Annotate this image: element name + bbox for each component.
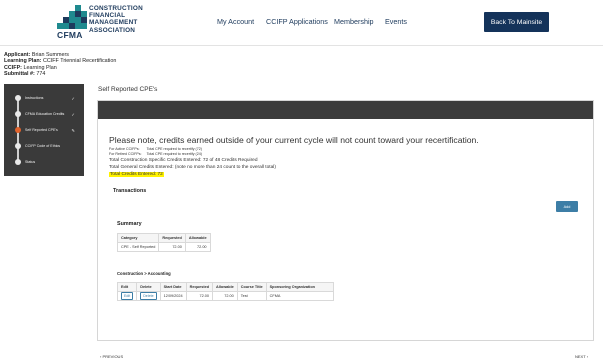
- learning-plan-label: Learning Plan:: [4, 58, 42, 65]
- page-title: Self Reported CPE's: [98, 86, 158, 93]
- column-header: Allowable: [212, 282, 238, 292]
- step-dot-icon: [15, 111, 21, 117]
- column-header: Requested: [158, 233, 186, 243]
- step-label: Instructions: [25, 96, 44, 100]
- active-requirement-label: For Active CCIFPs:: [109, 147, 140, 151]
- sidebar-step-self-reported-cpe[interactable]: Self Reported CPE's ✎: [4, 122, 84, 138]
- transactions-table: Edit Delete Start Date Requested Allowab…: [116, 282, 335, 301]
- nav-ccifp-applications[interactable]: CCIFP Applications: [266, 17, 328, 26]
- sidebar-step-status[interactable]: Status: [4, 154, 84, 170]
- table-cell: 72.00: [184, 242, 211, 252]
- nav-membership[interactable]: Membership: [334, 17, 374, 26]
- table-cell: Edit: [116, 291, 138, 301]
- delete-button[interactable]: Delete: [140, 292, 157, 300]
- submittal-number: 774: [36, 71, 46, 78]
- table-cell: Delete: [136, 291, 161, 301]
- org-abbreviation: CFMA: [57, 30, 83, 40]
- step-dot-icon: [15, 159, 21, 165]
- summary-table: Category Requested Allowable CPE - Self …: [116, 233, 211, 252]
- pencil-icon: ✎: [71, 127, 75, 133]
- detail-section-title: Construction > Accounting: [117, 271, 171, 276]
- ccifp-value: Learning Plan: [23, 64, 57, 71]
- column-header: Requested: [185, 282, 214, 292]
- org-name-line: CONSTRUCTION: [89, 5, 143, 12]
- active-requirement-value: Total CPE required to recertify (72): [146, 147, 202, 151]
- submittal-row: Submittal #: 774: [4, 71, 116, 77]
- column-header: Sponsoring Organization: [265, 282, 335, 292]
- step-label: Status: [25, 160, 36, 164]
- applicant-name: Brian Summers: [31, 52, 70, 58]
- nav-my-account[interactable]: My Account: [217, 17, 254, 26]
- ccifp-label: CCIFP:: [4, 64, 22, 71]
- add-button[interactable]: Add: [556, 201, 578, 212]
- table-cell: 12/09/2024: [159, 291, 187, 301]
- table-row: Edit Delete 12/09/2024 72.00 72.00 Test …: [116, 291, 335, 301]
- table-cell: 72.00: [185, 291, 214, 301]
- org-name-line: ASSOCIATION: [89, 26, 136, 34]
- org-name: CONSTRUCTION FINANCIAL MANAGEMENT ASSOCI…: [89, 5, 143, 34]
- table-header-row: Edit Delete Start Date Requested Allowab…: [116, 282, 335, 292]
- column-header: Allowable: [184, 233, 211, 243]
- step-dot-icon: [15, 95, 21, 101]
- check-icon: ✓: [71, 95, 75, 101]
- previous-link[interactable]: ‹ PREVIOUS: [100, 354, 123, 359]
- sidebar-step-code-of-ethics[interactable]: CCIFP Code of Ethics: [4, 138, 84, 154]
- general-credits-total: Total General Credits Entered: (note no …: [109, 165, 276, 170]
- table-header-row: Category Requested Allowable: [116, 233, 211, 243]
- retired-requirement-label: For Retired CCIFPs:: [109, 152, 142, 156]
- specific-credits-total: Total Construction Specific Credits Ente…: [109, 158, 258, 163]
- org-name-line: FINANCIAL: [89, 12, 126, 20]
- applicant-info: Applicant: Brian Summers Learning Plan: …: [4, 52, 116, 78]
- sidebar-step-education-credits[interactable]: CFMA Education Credits ✓: [4, 106, 84, 122]
- total-credits-entered: Total Credits Entered: 72: [109, 172, 164, 177]
- step-sidebar: Instructions ✓ CFMA Education Credits ✓ …: [4, 84, 84, 176]
- sidebar-step-instructions[interactable]: Instructions ✓: [4, 90, 84, 106]
- column-header: Edit: [116, 282, 138, 292]
- top-navigation-bar: CONSTRUCTION FINANCIAL MANAGEMENT ASSOCI…: [0, 0, 603, 46]
- org-name-line: MANAGEMENT: [89, 19, 138, 27]
- column-header: Course Title: [236, 282, 267, 292]
- step-dot-active-icon: [15, 127, 21, 133]
- active-requirement: For Active CCIFPs: Total CPE required to…: [109, 147, 202, 151]
- table-cell: CFMA: [265, 291, 335, 301]
- step-label: CCIFP Code of Ethics: [25, 144, 61, 148]
- retired-requirement: For Retired CCIFPs: Total CPE required t…: [109, 152, 202, 156]
- cycle-notice: Please note, credits earned outside of y…: [109, 135, 479, 145]
- panel-header-bar: [98, 101, 593, 119]
- cpe-panel: Please note, credits earned outside of y…: [97, 100, 594, 341]
- applicant-label: Applicant:: [4, 52, 31, 58]
- check-icon: ✓: [71, 111, 75, 117]
- table-cell: 72.00: [158, 242, 186, 252]
- column-header: Delete: [136, 282, 161, 292]
- retired-requirement-value: Total CPE required to recertify (24): [146, 152, 202, 156]
- edit-button[interactable]: Edit: [121, 292, 134, 300]
- table-cell: CPE - Self Reported: [116, 242, 160, 252]
- back-to-mainsite-button[interactable]: Back To Mainsite: [484, 12, 549, 32]
- next-link[interactable]: NEXT ›: [575, 354, 588, 359]
- column-header: Category: [116, 233, 160, 243]
- table-row: CPE - Self Reported 72.00 72.00: [116, 242, 211, 252]
- learning-plan-value: CCIFF Triennial Recertification: [42, 58, 117, 65]
- submittal-label: Submittal #:: [4, 71, 35, 78]
- step-label: CFMA Education Credits: [25, 112, 65, 116]
- step-label: Self Reported CPE's: [25, 128, 58, 132]
- summary-title: Summary: [117, 221, 142, 227]
- table-cell: 72.00: [212, 291, 238, 301]
- total-credits-highlight: Total Credits Entered: 72: [109, 172, 164, 177]
- step-dot-icon: [15, 143, 21, 149]
- nav-events[interactable]: Events: [385, 17, 407, 26]
- column-header: Start Date: [159, 282, 187, 292]
- transactions-title: Transactions: [113, 188, 147, 194]
- table-cell: Test: [236, 291, 267, 301]
